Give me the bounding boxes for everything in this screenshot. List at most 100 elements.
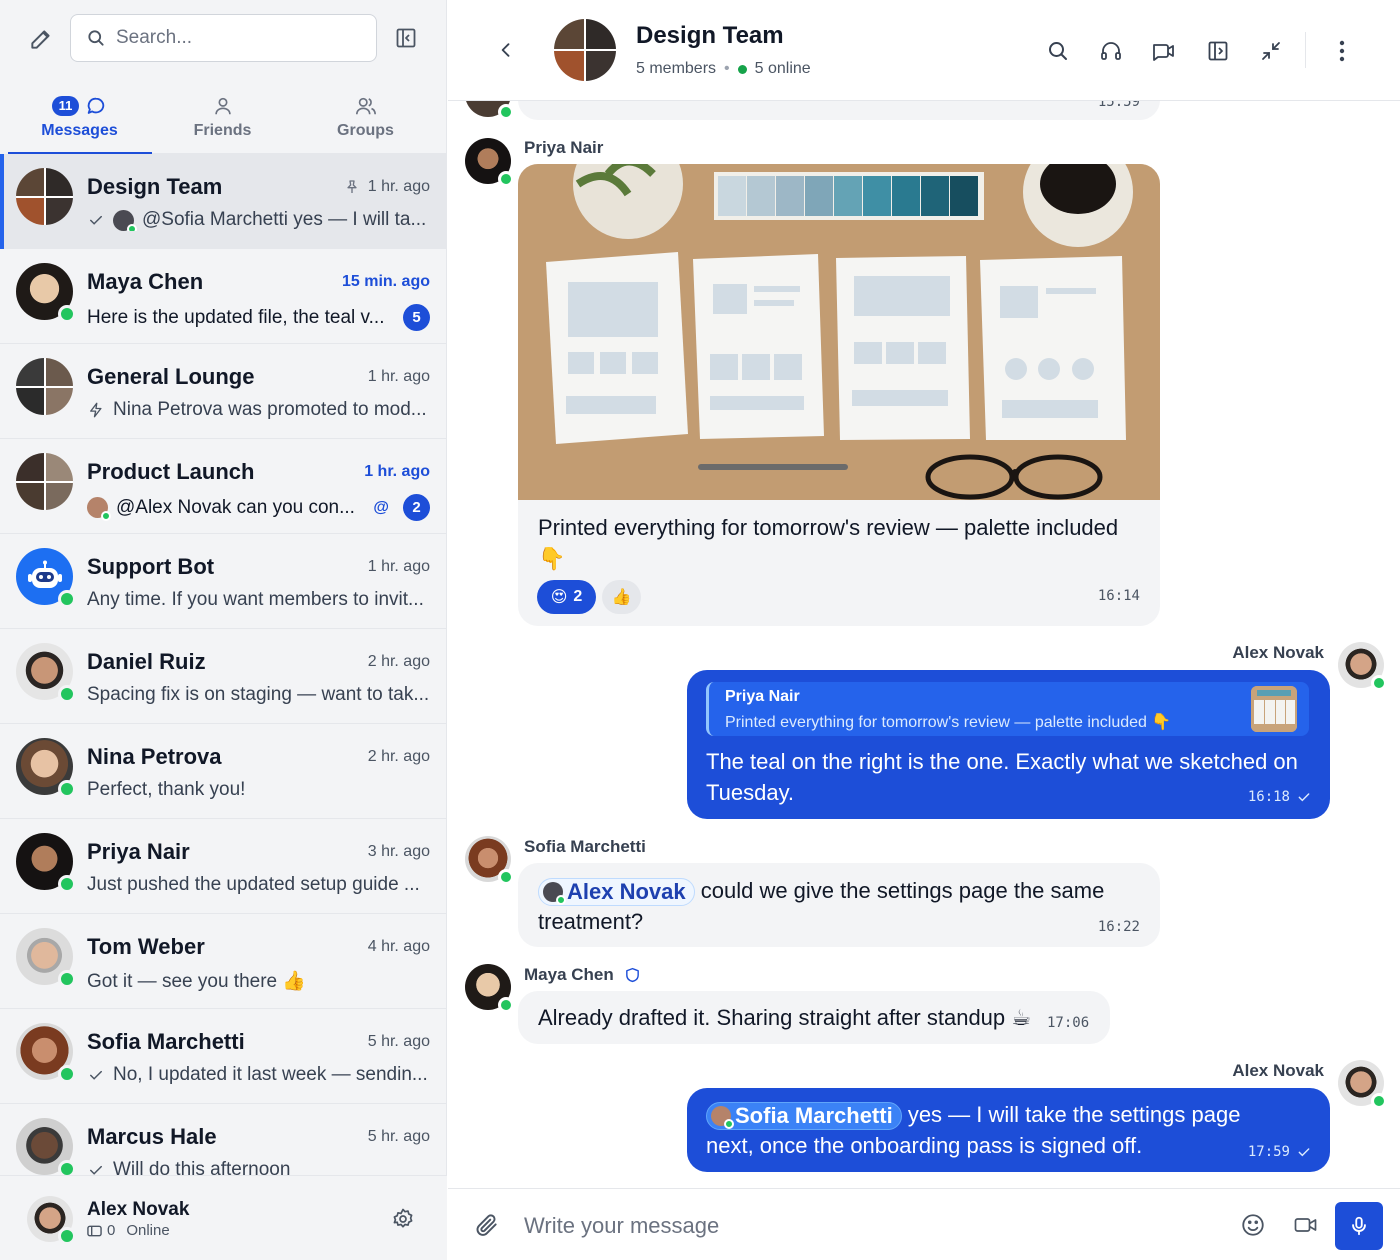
conversation-tom-weber[interactable]: Tom Weber 4 hr. ago Got it — see you the… xyxy=(0,914,447,1009)
unread-count-badge: 5 xyxy=(403,304,430,331)
online-indicator xyxy=(737,64,747,74)
avatar xyxy=(16,1023,76,1083)
emoji-button[interactable] xyxy=(1238,1210,1268,1240)
conversation-general-lounge[interactable]: General Lounge 1 hr. ago Nina Petrova wa… xyxy=(0,344,447,439)
conversation-marcus-hale[interactable]: Marcus Hale 5 hr. ago Will do this after… xyxy=(0,1104,447,1175)
chat-subtitle: 5 members • 5 online xyxy=(636,60,811,78)
video-message-button[interactable] xyxy=(1291,1210,1321,1240)
online-indicator xyxy=(498,997,514,1013)
tab-groups[interactable]: Groups xyxy=(294,84,437,154)
conversation-preview: @Sofia Marchetti yes — I will ta... xyxy=(87,209,430,231)
conversation-nina-petrova[interactable]: Nina Petrova 2 hr. ago Perfect, thank yo… xyxy=(0,724,447,819)
reaction-count: 2 xyxy=(573,588,583,605)
chat-panel: Design Team 5 members • 5 online 15:59 P… xyxy=(448,0,1400,1260)
paperclip-icon xyxy=(476,1214,497,1236)
toggle-panel-button[interactable] xyxy=(1203,36,1233,66)
conversation-preview-text: @Alex Novak can you con... xyxy=(116,496,355,518)
reaction-emoji: 👍 xyxy=(611,589,632,606)
sender-name: Maya Chen xyxy=(524,965,614,984)
current-user-bar: Alex Novak 0 Online xyxy=(0,1175,447,1260)
avatar xyxy=(16,643,76,703)
search-chat-button[interactable] xyxy=(1043,36,1073,66)
conversation-preview-text: Here is the updated file, the teal v... xyxy=(87,306,385,328)
group-avatar xyxy=(554,19,616,81)
conversation-name: Support Bot xyxy=(87,554,215,579)
compose-button[interactable] xyxy=(24,22,58,56)
online-indicator xyxy=(498,869,514,885)
message-bubble: Alex Novak could we give the settings pa… xyxy=(518,863,1160,947)
search-input[interactable] xyxy=(116,27,346,49)
conversation-time: 5 hr. ago xyxy=(368,1128,430,1146)
conversation-preview-text: Just pushed the updated setup guide ... xyxy=(87,874,420,895)
conversation-product-launch[interactable]: Product Launch 1 hr. ago @Alex Novak can… xyxy=(0,439,447,534)
more-options-button[interactable] xyxy=(1328,36,1356,66)
conversation-time-text: 1 hr. ago xyxy=(367,178,430,195)
avatar xyxy=(1338,642,1387,691)
minimize-button[interactable] xyxy=(1256,36,1286,66)
conversation-name: Maya Chen xyxy=(87,269,204,294)
avatar[interactable] xyxy=(27,1196,76,1245)
panel-icon xyxy=(1208,41,1228,61)
avatar xyxy=(1338,1060,1387,1109)
more-vertical-icon xyxy=(1339,40,1345,62)
avatar xyxy=(87,497,111,521)
avatar xyxy=(16,833,76,893)
online-indicator xyxy=(58,780,76,798)
sender-name: Alex Novak xyxy=(1232,1061,1324,1080)
conversation-time-text: 2 hr. ago xyxy=(367,748,430,765)
avatar xyxy=(16,263,76,323)
conversation-preview-text: @Sofia Marchetti yes — I will ta... xyxy=(142,209,427,230)
shared-image[interactable] xyxy=(518,164,1160,500)
message-text: Alex Novak could we give the settings pa… xyxy=(538,875,1118,937)
reaction-thumbs-up[interactable]: 👍 xyxy=(602,580,641,614)
avatar xyxy=(465,138,514,187)
voice-call-button[interactable] xyxy=(1096,36,1126,66)
conversation-preview: Got it — see you there 👍 xyxy=(87,969,430,993)
avatar xyxy=(16,928,76,988)
reply-quote[interactable]: Priya Nair Printed everything for tomorr… xyxy=(706,682,1309,736)
collapse-sidebar-button[interactable] xyxy=(390,22,422,54)
message-bubble: 15:59 xyxy=(518,101,1160,120)
conversation-time: 1 hr. ago xyxy=(364,463,430,481)
conversation-maya-chen[interactable]: Maya Chen 15 min. ago Here is the update… xyxy=(0,249,447,344)
settings-button[interactable] xyxy=(388,1204,418,1234)
conversation-support-bot[interactable]: Support Bot 1 hr. ago Any time. If you w… xyxy=(0,534,447,629)
mention-name: Alex Novak xyxy=(567,879,686,905)
conversation-design-team[interactable]: Design Team 1 hr. ago @Sofia Marchetti y… xyxy=(0,154,447,249)
voice-record-button[interactable] xyxy=(1335,1202,1383,1250)
member-count: 5 members xyxy=(636,60,717,77)
conversation-time-text: 4 hr. ago xyxy=(367,938,430,955)
reply-thumbnail xyxy=(1251,686,1297,732)
check-icon xyxy=(90,1165,102,1175)
online-indicator xyxy=(498,104,514,120)
camera-icon xyxy=(1294,1218,1317,1232)
message-list: 15:59 Priya Nair Printed everything for … xyxy=(448,101,1400,1188)
sender-name: Priya Nair xyxy=(524,138,604,157)
tab-messages[interactable]: 11 Messages xyxy=(8,84,152,155)
message-time: 17:59 xyxy=(1247,1144,1290,1160)
search-field[interactable] xyxy=(70,14,377,62)
video-icon xyxy=(1153,44,1174,61)
conversation-daniel-ruiz[interactable]: Daniel Ruiz 2 hr. ago Spacing fix is on … xyxy=(0,629,447,724)
mic-icon xyxy=(1352,1216,1366,1236)
tab-friends[interactable]: Friends xyxy=(151,84,294,154)
online-indicator xyxy=(1371,1093,1387,1109)
conversation-priya-nair[interactable]: Priya Nair 3 hr. ago Just pushed the upd… xyxy=(0,819,447,914)
message-input[interactable] xyxy=(524,1209,1204,1243)
search-icon xyxy=(88,30,104,46)
message-time-row: 17:59 xyxy=(1248,1144,1312,1160)
back-button[interactable] xyxy=(492,36,520,64)
message-bubble: Priya Nair Printed everything for tomorr… xyxy=(687,670,1330,819)
message-time-row: 16:18 xyxy=(1248,789,1312,805)
user-mention[interactable]: Sofia Marchetti xyxy=(706,1102,902,1131)
attach-button[interactable] xyxy=(472,1210,502,1240)
separator-dot: • xyxy=(724,60,730,77)
reaction-emoji: 😍 xyxy=(550,589,568,606)
user-mention[interactable]: Alex Novak xyxy=(538,878,695,907)
video-call-button[interactable] xyxy=(1149,36,1179,66)
conversation-time-text: 15 min. ago xyxy=(341,273,430,290)
conversation-sofia-marchetti[interactable]: Sofia Marchetti 5 hr. ago No, I updated … xyxy=(0,1009,447,1104)
reaction-love[interactable]: 😍 2 xyxy=(537,580,596,614)
avatar xyxy=(543,882,566,906)
current-user-status-text: Online xyxy=(126,1222,170,1239)
